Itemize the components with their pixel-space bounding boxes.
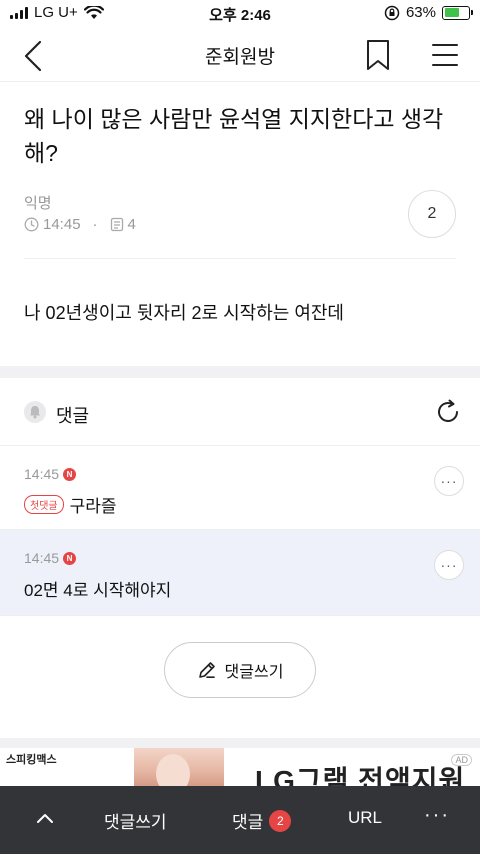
battery-percent: 63% (405, 4, 436, 21)
bottom-comments-label: 댓글 (232, 813, 264, 832)
comment-time-row: 14:45 N (24, 466, 77, 482)
view-count-icon (110, 217, 123, 232)
bookmark-icon[interactable] (364, 38, 392, 72)
ad-model-image (134, 748, 224, 786)
comment-more-button[interactable]: ··· (434, 466, 464, 496)
comments-header-label: 댓글 (56, 406, 90, 426)
pencil-icon (198, 662, 215, 678)
comment-text: 구라즐 (69, 497, 117, 516)
status-right: 63% (384, 4, 473, 21)
meta-divider: · (92, 216, 98, 233)
write-comment-button[interactable]: 댓글쓰기 (164, 642, 316, 698)
bottom-write-comment[interactable]: 댓글쓰기 (104, 808, 167, 833)
bell-icon[interactable] (24, 401, 46, 423)
post-title: 왜 나이 많은 사람만 윤석열 지지한다고 생각해? (24, 106, 444, 166)
comment-time: 14:45 (24, 466, 60, 482)
battery-icon (442, 5, 473, 20)
comment-time-row: 14:45 N (24, 550, 77, 566)
comment-count-button[interactable]: 2 (408, 190, 456, 238)
new-badge: N (63, 551, 77, 565)
clock-icon (24, 217, 39, 232)
bottom-toolbar: 댓글쓰기 댓글 2 URL ··· (0, 786, 480, 854)
orientation-lock-icon (384, 5, 400, 20)
comment-item: 14:45 N 첫댓글 구라즐 ··· (0, 446, 480, 530)
board-title: 준회원방 (205, 47, 275, 68)
comment-item: 14:45 N 02면 4로 시작해야지 ··· (0, 530, 480, 616)
scroll-top-icon[interactable] (34, 808, 56, 828)
comment-content: 첫댓글 구라즐 (24, 492, 117, 517)
post-views: 4 (127, 216, 136, 233)
comment-time: 14:45 (24, 550, 60, 566)
comment-more-button[interactable]: ··· (434, 550, 464, 580)
divider (24, 258, 456, 259)
bottom-comments[interactable]: 댓글 2 (232, 808, 292, 833)
new-badge: N (63, 467, 77, 481)
section-divider (0, 738, 480, 748)
ad-headline: LG그램 전액지원 (255, 765, 466, 786)
bottom-url-button[interactable]: URL (348, 808, 382, 828)
section-divider (0, 366, 480, 378)
post-body: 나 02년생이고 뒷자리 2로 시작하는 여잔데 (24, 303, 344, 323)
hamburger-menu-icon[interactable] (430, 40, 460, 70)
write-comment-label: 댓글쓰기 (224, 664, 284, 681)
status-bar: LG U+ 오후 2:46 63% (0, 0, 480, 28)
comments-header: 댓글 (0, 378, 480, 446)
ad-banner[interactable]: 스피킹맥스 LG그램 전액지원 AD (0, 748, 480, 786)
post-meta: 14:45 · 4 (24, 216, 136, 233)
post-time: 14:45 (43, 216, 81, 233)
ad-brand: 스피킹맥스 (6, 754, 57, 766)
post-author: 익명 (24, 195, 52, 212)
battery-fill (444, 8, 459, 17)
comment-content: 02면 4로 시작해야지 (24, 576, 171, 601)
ad-tag[interactable]: AD (451, 754, 472, 766)
comment-text: 02면 4로 시작해야지 (24, 581, 172, 600)
comment-count-badge: 2 (269, 809, 292, 832)
first-comment-badge: 첫댓글 (24, 495, 64, 514)
refresh-icon[interactable] (434, 398, 462, 426)
bottom-more-button[interactable]: ··· (424, 804, 450, 827)
top-nav: 준회원방 (0, 28, 480, 82)
